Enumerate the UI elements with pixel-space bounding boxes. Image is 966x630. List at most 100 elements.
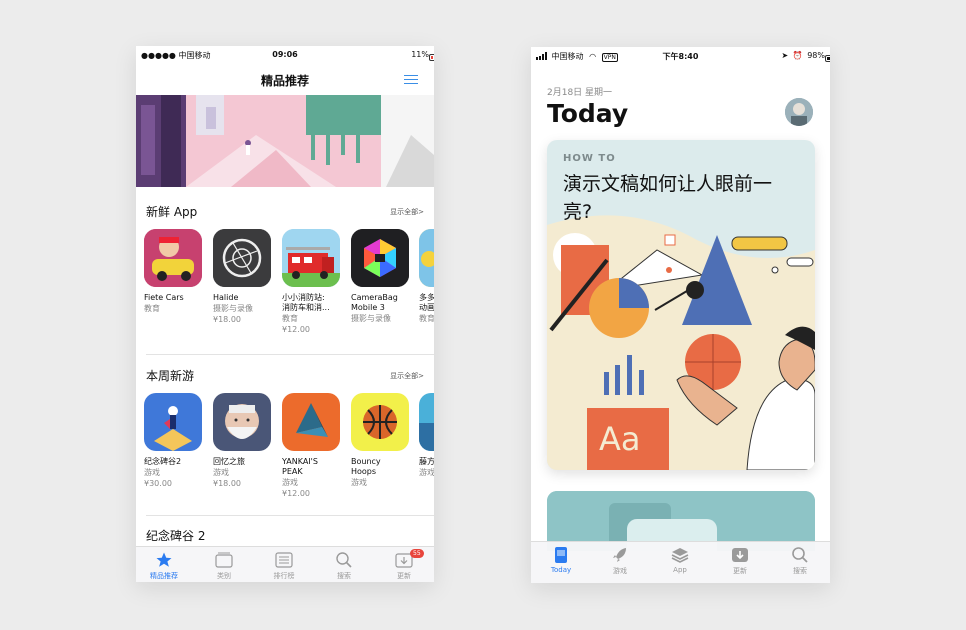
- right-phone-screen: 中国移动 ◠ VPN 下午8:40 ➤ ⏰ 98% 2月18日 星期一 Toda…: [531, 47, 830, 583]
- halide-icon: [213, 229, 271, 287]
- page-title: 精品推荐: [260, 74, 309, 88]
- app-name: 藤方: [419, 457, 434, 466]
- tab-bar: Today 游戏 App 更新 搜索: [531, 541, 830, 583]
- app-category: 教育: [419, 314, 434, 323]
- tab-label: 更新: [397, 572, 411, 580]
- tab-bar: 精品推荐 类别 排行榜 搜索 55 更新: [136, 546, 434, 582]
- see-all-new-apps-link[interactable]: 显示全部>: [390, 207, 424, 217]
- battery-label: 98%: [807, 51, 825, 60]
- list-icon: [258, 550, 310, 570]
- rocket-icon: [594, 545, 646, 565]
- battery-icon: [825, 55, 830, 62]
- tab-search[interactable]: 搜索: [774, 545, 826, 576]
- tab-label: 搜索: [337, 572, 351, 580]
- apps-stack-icon: [654, 545, 706, 565]
- tab-updates[interactable]: 更新: [714, 545, 766, 576]
- tab-label: App: [673, 566, 687, 574]
- section-divider: [146, 515, 434, 516]
- app-name: 小小消防站:: [282, 293, 325, 302]
- app-name: CameraBag: [351, 293, 398, 302]
- app-icon: [419, 393, 434, 451]
- app-category: 游戏: [144, 468, 160, 477]
- tab-games[interactable]: 游戏: [594, 545, 646, 576]
- section-title-monument-valley: 纪念碑谷 2: [146, 529, 206, 543]
- app-category: 教育: [144, 304, 160, 313]
- app-name: Halide: [213, 293, 239, 302]
- app-category: 游戏: [282, 478, 298, 487]
- app-name: 纪念碑谷2: [144, 457, 182, 466]
- tab-label: 搜索: [793, 567, 807, 575]
- app-tile[interactable]: Bouncy Hoops 游戏: [351, 393, 409, 488]
- avatar[interactable]: [785, 98, 813, 126]
- tab-label: Today: [550, 566, 572, 574]
- left-phone-screen: ●●●●● 中国移动 09:06 11% 精品推荐 新鲜 App 显示全部> F…: [136, 46, 434, 582]
- app-price: ¥18.00: [213, 479, 241, 488]
- bouncy-hoops-icon: [351, 393, 409, 451]
- clock-label: 09:06: [272, 50, 298, 59]
- app-tile[interactable]: Fiete Cars 教育: [144, 229, 202, 314]
- battery-label: 11%: [411, 50, 429, 59]
- battery-indicator: ➤ ⏰ 98%: [781, 51, 830, 62]
- camerabag-icon: [351, 229, 409, 287]
- app-name-line2: Mobile 3: [351, 303, 385, 312]
- story-card[interactable]: Aa HOW TO 演示文稿如何让人眼前一亮?: [547, 140, 815, 470]
- menu-icon[interactable]: [404, 75, 418, 85]
- app-name-line2: PEAK: [282, 467, 303, 476]
- date-label: 2月18日 星期一: [547, 88, 613, 98]
- see-all-new-games-link[interactable]: 显示全部>: [390, 371, 424, 381]
- app-tile[interactable]: YANKAI'S PEAK 游戏 ¥12.00: [282, 393, 340, 499]
- battery-icon: [429, 54, 434, 61]
- tab-label: 游戏: [613, 567, 627, 575]
- old-man-journey-icon: [213, 393, 271, 451]
- battery-indicator: 11%: [411, 50, 434, 61]
- tab-today[interactable]: Today: [535, 545, 587, 574]
- app-price: ¥12.00: [282, 489, 310, 498]
- app-name: 回忆之旅: [213, 457, 245, 466]
- app-price: ¥18.00: [213, 315, 241, 324]
- tab-updates[interactable]: 55 更新: [378, 549, 430, 581]
- app-category: 游戏: [213, 468, 229, 477]
- updates-badge: 55: [410, 549, 424, 558]
- app-category: 摄影与录像: [213, 304, 253, 313]
- app-price: ¥12.00: [282, 325, 310, 334]
- tab-featured[interactable]: 精品推荐: [138, 550, 190, 581]
- app-tile[interactable]: 纪念碑谷2 游戏 ¥30.00: [144, 393, 202, 489]
- app-tile[interactable]: 藤方 游戏: [419, 393, 434, 478]
- tab-search[interactable]: 搜索: [318, 550, 370, 581]
- tab-label: 更新: [733, 567, 747, 575]
- story-title: 演示文稿如何让人眼前一亮?: [563, 173, 773, 223]
- featured-banner[interactable]: [136, 95, 434, 187]
- app-name-line2: Hoops: [351, 467, 377, 476]
- app-name: Fiete Cars: [144, 293, 184, 302]
- app-tile[interactable]: Halide 摄影与录像 ¥18.00: [213, 229, 271, 325]
- section-title-new-games: 本周新游: [146, 369, 195, 383]
- status-bar: 中国移动 ◠ VPN 下午8:40 ➤ ⏰ 98%: [531, 47, 830, 65]
- tab-label: 精品推荐: [150, 572, 178, 580]
- tab-apps[interactable]: App: [654, 545, 706, 574]
- fiete-cars-icon: [144, 229, 202, 287]
- app-icon: [419, 229, 434, 287]
- app-tile[interactable]: CameraBag Mobile 3 摄影与录像: [351, 229, 409, 324]
- page-title: Today: [547, 99, 629, 128]
- star-icon: [138, 550, 190, 570]
- app-tile[interactable]: 多多 动画 教育: [419, 229, 434, 324]
- alarm-icon: ⏰: [792, 51, 803, 60]
- tab-label: 类别: [217, 572, 231, 580]
- app-name: Bouncy: [351, 457, 381, 466]
- app-price: ¥30.00: [144, 479, 172, 488]
- app-tile[interactable]: 回忆之旅 游戏 ¥18.00: [213, 393, 271, 489]
- app-category: 教育: [282, 314, 298, 323]
- tab-charts[interactable]: 排行榜: [258, 550, 310, 581]
- section-title-new-apps: 新鲜 App: [146, 205, 198, 219]
- status-bar: ●●●●● 中国移动 09:06 11%: [136, 46, 434, 64]
- download-icon: [714, 545, 766, 565]
- app-name: YANKAI'S: [282, 457, 318, 466]
- search-icon: [318, 550, 370, 570]
- svg-text:Aa: Aa: [599, 420, 641, 458]
- app-name: 多多: [419, 293, 434, 302]
- app-category: 游戏: [419, 468, 434, 477]
- app-tile[interactable]: 小小消防站: 消防车和消... 教育 ¥12.00: [282, 229, 340, 335]
- app-name-line2: 消防车和消...: [282, 303, 330, 312]
- search-icon: [774, 545, 826, 565]
- tab-categories[interactable]: 类别: [198, 550, 250, 581]
